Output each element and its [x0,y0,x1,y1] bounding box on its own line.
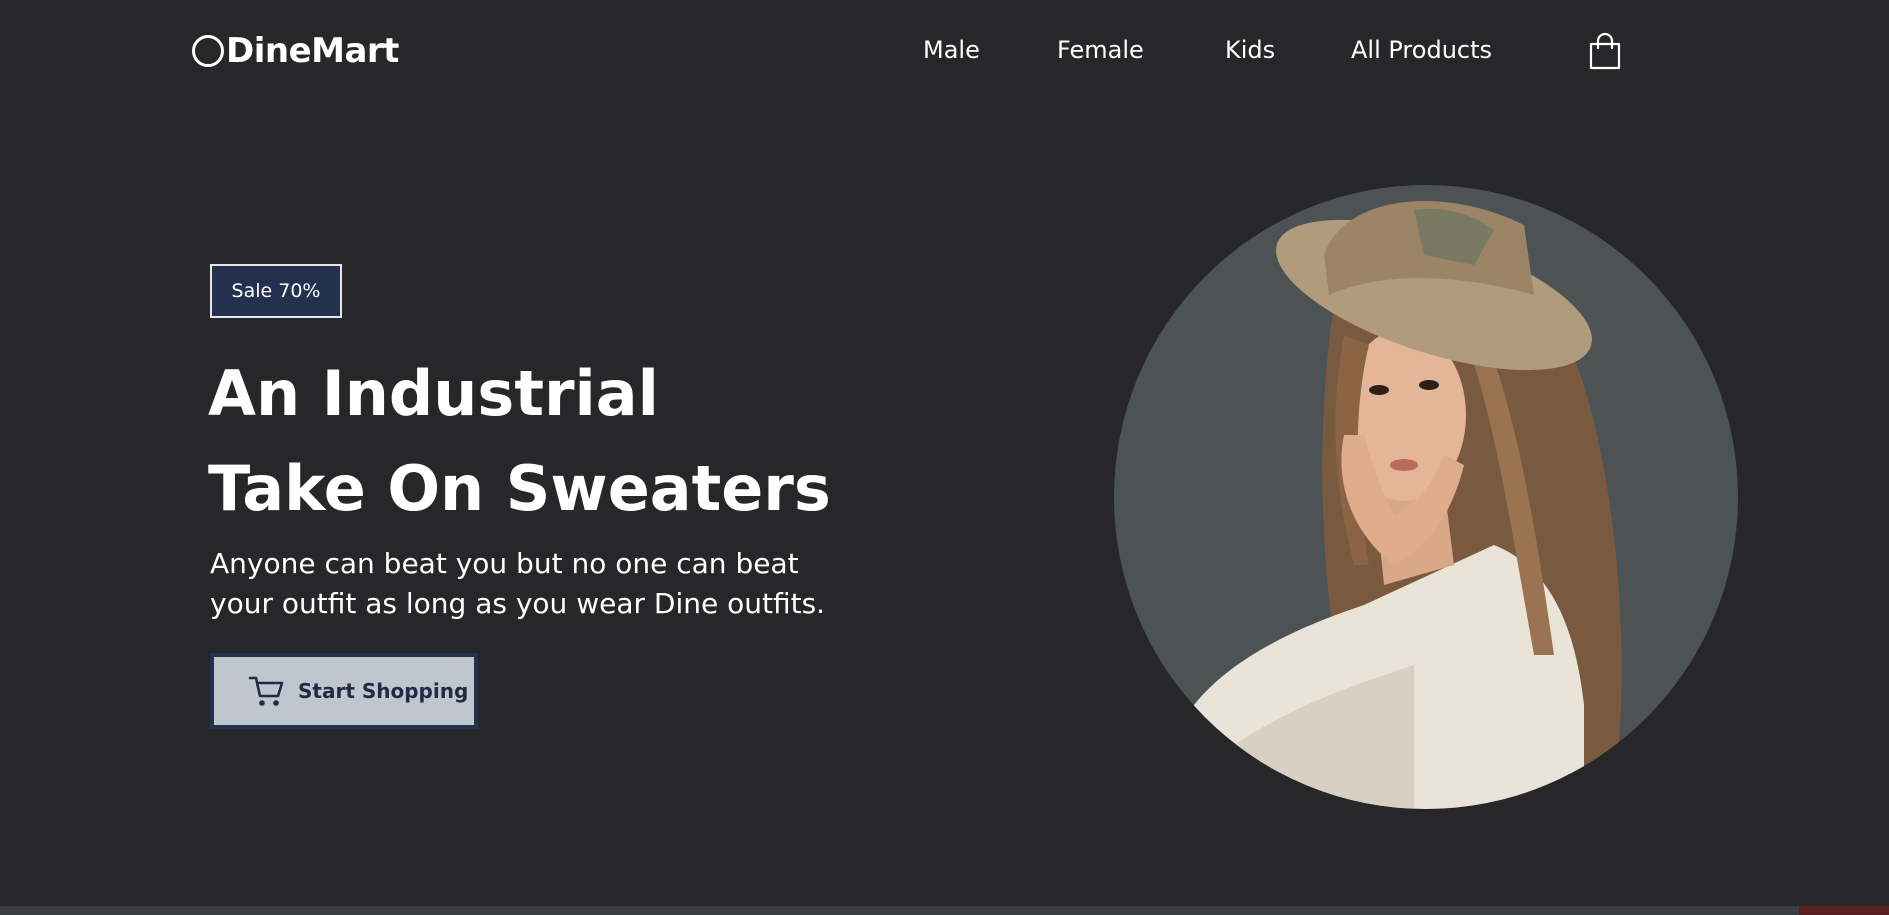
start-shopping-button[interactable]: Start Shopping [210,653,478,729]
subtext-line-2: your outfit as long as you wear Dine out… [210,587,826,620]
headline-line-1: An Industrial [208,357,659,430]
landing-page: DineMart Male Female Kids All Products S… [0,0,1889,915]
nav-item-all-products[interactable]: All Products [1351,36,1492,64]
headline-line-2: Take On Sweaters [208,452,831,525]
circle-logo-icon [192,35,224,67]
subtext-line-1: Anyone can beat you but no one can beat [210,547,799,580]
model-photo [1194,201,1622,809]
hero-headline: An Industrial Take On Sweaters [208,346,831,536]
nav-item-kids[interactable]: Kids [1225,36,1275,64]
shopping-bag-icon[interactable] [1588,32,1622,70]
site-header: DineMart Male Female Kids All Products [0,0,1889,100]
hero-subtext: Anyone can beat you but no one can beat … [210,544,930,624]
bottom-strip [0,906,1889,915]
nav-item-female[interactable]: Female [1057,36,1144,64]
nav-item-male[interactable]: Male [923,36,980,64]
hero-image-circle [1114,185,1738,809]
sale-badge: Sale 70% [210,264,342,318]
bottom-strip-accent [1799,906,1889,915]
brand-logo[interactable]: DineMart [192,28,399,74]
shopping-cart-icon [248,676,284,706]
start-shopping-label: Start Shopping [298,679,469,703]
brand-name: DineMart [226,31,399,71]
